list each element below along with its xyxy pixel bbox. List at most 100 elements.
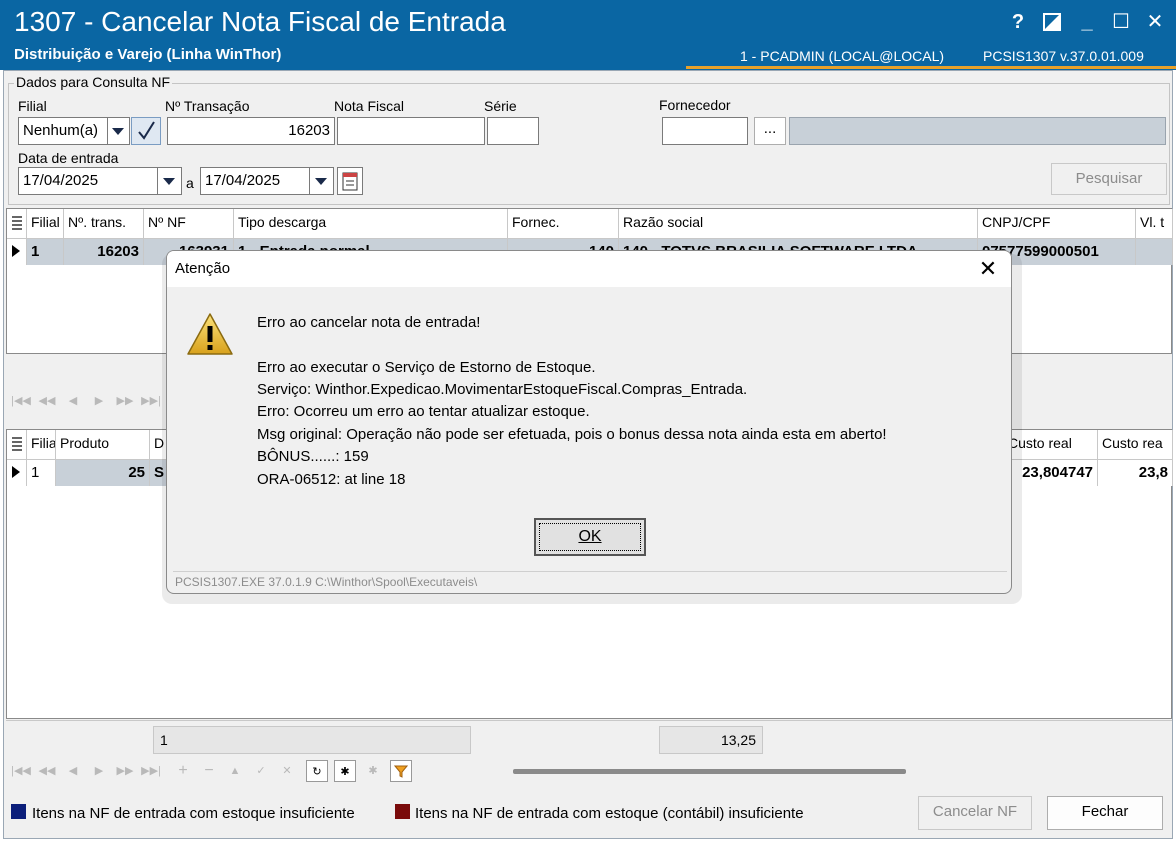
bookmark-icon[interactable]: ✱ [334, 760, 356, 782]
col-filial[interactable]: Filial [27, 209, 64, 239]
dialog-message-line: Erro ao executar o Serviço de Estorno de… [257, 359, 596, 376]
cell-filial: 1 [27, 460, 56, 486]
col-filial[interactable]: Filia [27, 430, 56, 460]
dialog-message-line: Erro: Ocorreu um erro ao tentar atualiza… [257, 403, 590, 420]
pesquisar-button[interactable]: Pesquisar [1051, 163, 1167, 195]
legend-item-contabil: Itens na NF de entrada com estoque (cont… [415, 805, 804, 822]
legend-swatch-blue [11, 804, 26, 819]
filter-icon[interactable] [390, 760, 412, 782]
fornecedor-name-display [789, 117, 1166, 145]
data-entrada-label: Data de entrada [18, 150, 119, 166]
minimize-button[interactable]: _ [1072, 8, 1102, 36]
cancel-record-icon[interactable]: ✕ [276, 760, 298, 782]
col-cnpj-cpf[interactable]: CNPJ/CPF [978, 209, 1136, 239]
dialog-message-line: BÔNUS......: 159 [257, 448, 369, 465]
filial-confirm-check-icon[interactable] [131, 117, 161, 145]
version-info: PCSIS1307 v.37.0.01.009 [983, 48, 1144, 64]
next-record-icon[interactable]: ▶ [88, 390, 110, 412]
col-num-nf[interactable]: Nº NF [144, 209, 234, 239]
window-title: 1307 - Cancelar Nota Fiscal de Entrada [14, 6, 506, 37]
serie-input[interactable] [487, 117, 539, 145]
fornecedor-label: Fornecedor [659, 97, 731, 113]
totals-bar: 1 13,25 [6, 720, 1172, 756]
col-tipo-descarga[interactable]: Tipo descarga [234, 209, 508, 239]
accent-line [686, 66, 1176, 69]
col-num-trans[interactable]: Nº. trans. [64, 209, 144, 239]
filial-label: Filial [18, 98, 47, 114]
last-record-icon[interactable]: ▶▶| [140, 390, 162, 412]
cell-produto: 25 [56, 460, 150, 486]
goto-bookmark-icon[interactable]: ✱ [362, 760, 384, 782]
fornecedor-lookup-button[interactable]: ... [754, 117, 786, 145]
cell-num-trans: 16203 [64, 239, 144, 265]
lower-nav-bar: |◀◀ ◀◀ ◀ ▶ ▶▶ ▶▶| + − ▲ ✓ ✕ ↻ ✱ ✱ [6, 758, 1172, 784]
refresh-icon[interactable]: ↻ [306, 760, 328, 782]
insert-record-icon[interactable]: + [172, 760, 194, 782]
first-record-icon[interactable]: |◀◀ [10, 390, 32, 412]
next-page-icon[interactable]: ▶▶ [114, 390, 136, 412]
post-record-icon[interactable]: ✓ [250, 760, 272, 782]
help-button[interactable]: ? [1003, 8, 1033, 36]
dialog-message-line: Serviço: Winthor.Expedicao.MovimentarEst… [257, 381, 748, 398]
window-subtitle: Distribuição e Varejo (Linha WinThor) [14, 46, 282, 63]
close-button[interactable]: ✕ [1140, 8, 1170, 36]
data-de-dropdown-icon[interactable] [158, 167, 182, 195]
data-de-input[interactable]: 17/04/2025 [18, 167, 158, 195]
column-chooser-icon[interactable] [7, 430, 27, 460]
column-chooser-icon[interactable] [7, 209, 27, 239]
dialog-footer-path: PCSIS1307.EXE 37.0.1.9 C:\Winthor\Spool\… [175, 575, 478, 589]
dialog-message-line: Msg original: Operação não pode ser efet… [257, 426, 887, 443]
session-info: 1 - PCADMIN (LOCAL@LOCAL) [740, 48, 945, 64]
filial-select[interactable]: Nenhum(a) [18, 117, 108, 145]
data-ate-dropdown-icon[interactable] [310, 167, 334, 195]
prior-record-icon[interactable]: ◀ [62, 760, 84, 782]
col-fornec[interactable]: Fornec. [508, 209, 619, 239]
prior-record-icon[interactable]: ◀ [62, 390, 84, 412]
fornecedor-input[interactable] [662, 117, 748, 145]
filial-dropdown-icon[interactable] [108, 117, 130, 145]
fechar-button[interactable]: Fechar [1047, 796, 1163, 830]
col-razao-social[interactable]: Razão social [619, 209, 978, 239]
warning-icon [185, 311, 235, 357]
serie-label: Série [484, 98, 517, 114]
next-page-icon[interactable]: ▶▶ [114, 760, 136, 782]
nota-fiscal-input[interactable] [337, 117, 485, 145]
cell-custo-real-2: 23,8 [1098, 460, 1173, 486]
cell-filial: 1 [27, 239, 64, 265]
cell-vl-t [1136, 239, 1173, 265]
filter-group-label: Dados para Consulta NF [14, 74, 173, 90]
cancelar-nf-button[interactable]: Cancelar NF [918, 796, 1032, 830]
maximize-button[interactable]: ☐ [1106, 8, 1136, 36]
edit-record-icon[interactable]: ▲ [224, 760, 246, 782]
delete-record-icon[interactable]: − [198, 760, 220, 782]
transacao-input[interactable]: 16203 [167, 117, 335, 145]
prior-page-icon[interactable]: ◀◀ [36, 390, 58, 412]
first-record-icon[interactable]: |◀◀ [10, 760, 32, 782]
totals-count: 1 [153, 726, 471, 754]
prior-page-icon[interactable]: ◀◀ [36, 760, 58, 782]
horizontal-scrollbar[interactable] [513, 769, 906, 774]
dialog-message-heading: Erro ao cancelar nota de entrada! [257, 314, 481, 331]
dialog-titlebar: Atenção ✕ [167, 251, 1011, 287]
next-record-icon[interactable]: ▶ [88, 760, 110, 782]
row-indicator-icon [7, 239, 27, 265]
upper-nav-bar: |◀◀ ◀◀ ◀ ▶ ▶▶ ▶▶| [6, 388, 166, 414]
totals-sum: 13,25 [659, 726, 763, 754]
dialog-message-line: ORA-06512: at line 18 [257, 471, 406, 488]
col-custo-real-2[interactable]: Custo rea [1098, 430, 1173, 460]
dialog-divider [173, 571, 1007, 572]
legend-item-stock: Itens na NF de entrada com estoque insuf… [32, 805, 355, 822]
ok-button[interactable]: OK [534, 518, 646, 556]
data-ate-input[interactable]: 17/04/2025 [200, 167, 310, 195]
dialog-title: Atenção [175, 260, 231, 277]
restore-icon[interactable] [1037, 8, 1067, 36]
calendar-icon[interactable] [337, 167, 363, 195]
last-record-icon[interactable]: ▶▶| [140, 760, 162, 782]
nota-fiscal-label: Nota Fiscal [334, 98, 405, 114]
col-produto[interactable]: Produto [56, 430, 150, 460]
dialog-close-icon[interactable]: ✕ [973, 255, 1003, 283]
data-ate-separator: a [186, 175, 194, 191]
transacao-label: Nº Transação [165, 98, 250, 114]
error-dialog: Atenção ✕ Erro ao cancelar nota de entra… [166, 250, 1012, 594]
col-vl-t[interactable]: Vl. t [1136, 209, 1173, 239]
